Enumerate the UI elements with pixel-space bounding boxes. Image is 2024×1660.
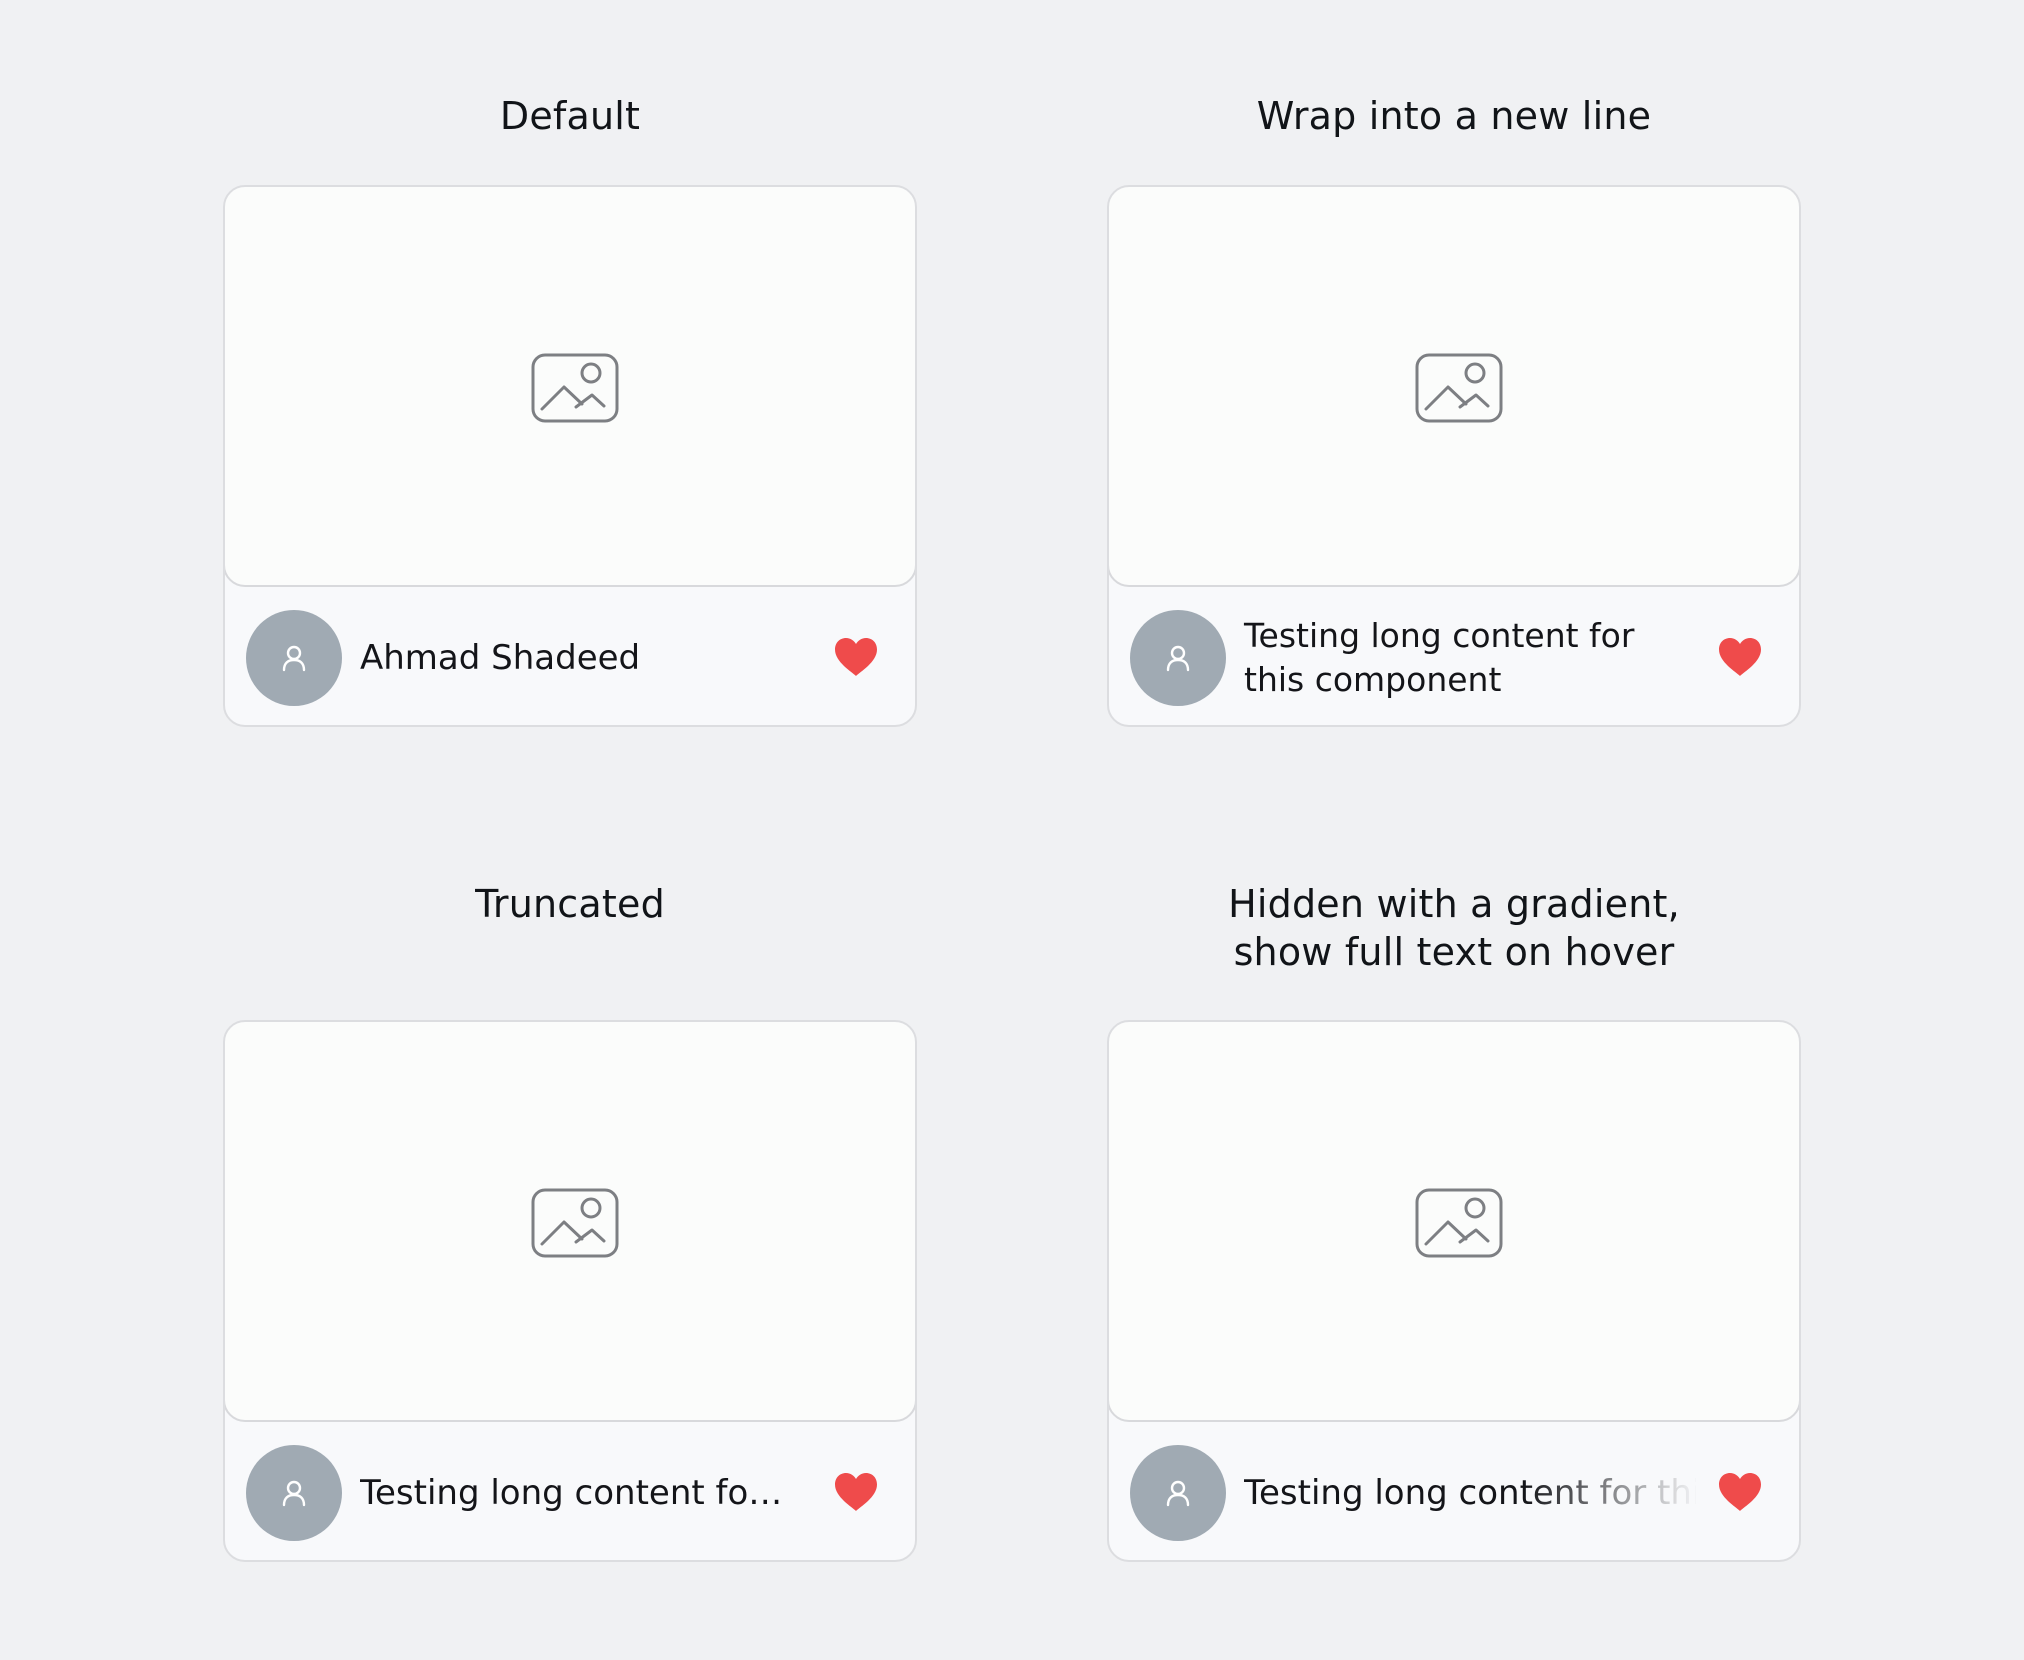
heart-icon[interactable] [1716, 636, 1764, 678]
avatar[interactable] [246, 1445, 342, 1541]
user-icon [282, 1480, 306, 1507]
author-name[interactable]: Testing long content for this component [1244, 614, 1684, 702]
section-title: Hidden with a gradient, show full text o… [1107, 880, 1801, 976]
image-placeholder-icon [531, 353, 619, 423]
section-title-line: show full text on hover [1233, 930, 1675, 974]
user-icon [1166, 1480, 1190, 1507]
author-name[interactable]: Testing long content for this component [1244, 1471, 1696, 1515]
user-icon [1166, 645, 1190, 672]
section-title: Default [499, 94, 641, 138]
heart-icon[interactable] [1716, 1471, 1764, 1513]
section-title: Truncated [475, 882, 665, 926]
card-footer: Testing long content for this component [225, 1422, 915, 1560]
media-card[interactable]: Ahmad Shadeed [223, 185, 917, 727]
avatar[interactable] [246, 610, 342, 706]
media-card[interactable]: Testing long content for this component [223, 1020, 917, 1562]
section-title-line: Hidden with a gradient, [1228, 882, 1680, 926]
card-thumbnail [1109, 1022, 1799, 1422]
card-thumbnail [225, 187, 915, 587]
avatar[interactable] [1130, 610, 1226, 706]
image-placeholder-icon [1415, 353, 1503, 423]
heart-icon[interactable] [832, 1471, 880, 1513]
card-thumbnail [225, 1022, 915, 1422]
author-name[interactable]: Ahmad Shadeed [360, 636, 640, 680]
author-name[interactable]: Testing long content for this component [360, 1471, 784, 1515]
image-placeholder-icon [531, 1188, 619, 1258]
media-card[interactable]: Testing long content for this component [1107, 1020, 1801, 1562]
card-footer: Ahmad Shadeed [225, 587, 915, 725]
card-footer: Testing long content for this component [1109, 587, 1799, 725]
card-footer: Testing long content for this component [1109, 1422, 1799, 1560]
image-placeholder-icon [1415, 1188, 1503, 1258]
user-icon [282, 645, 306, 672]
section-title: Wrap into a new line [1256, 94, 1652, 138]
media-card[interactable]: Testing long content for this component [1107, 185, 1801, 727]
heart-icon[interactable] [832, 636, 880, 678]
avatar[interactable] [1130, 1445, 1226, 1541]
card-thumbnail [1109, 187, 1799, 587]
